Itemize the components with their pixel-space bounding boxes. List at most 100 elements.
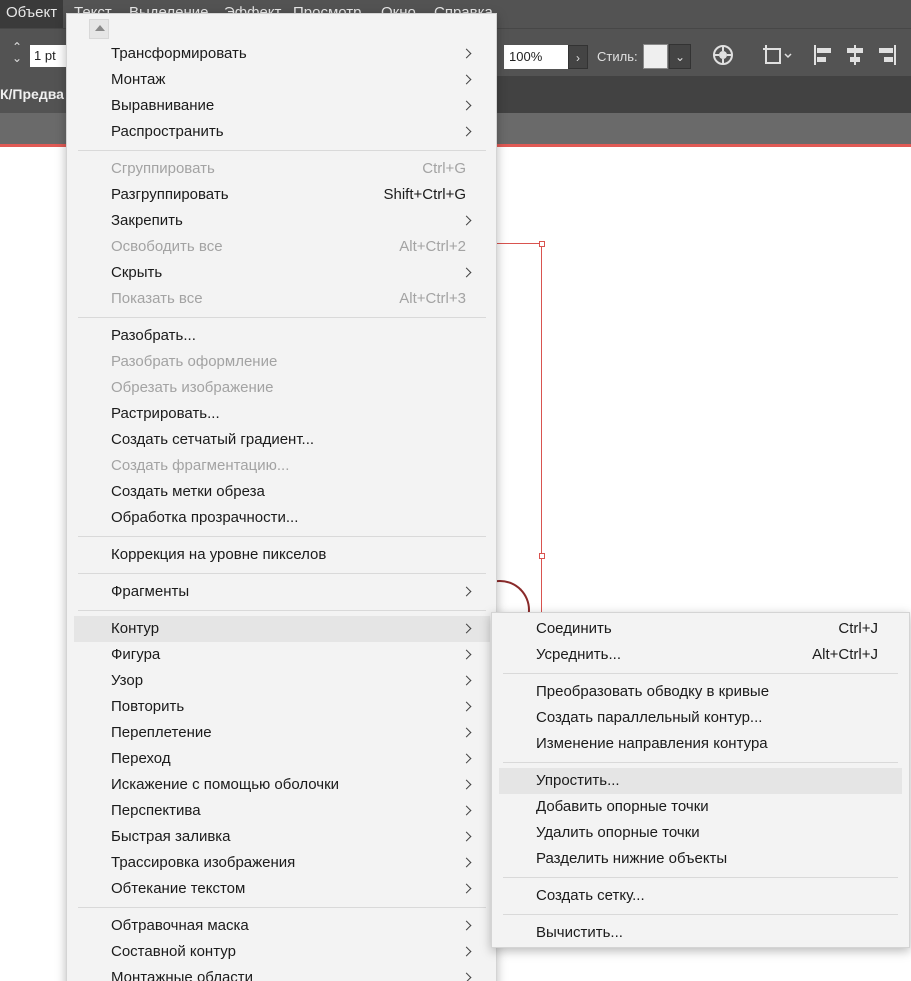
menu-item-sostavnoy-kontur[interactable]: Составной контур (74, 939, 490, 965)
menu-item-vychistit[interactable]: Вычистить... (499, 920, 902, 946)
menu-item-montazhnye-oblasti[interactable]: Монтажные области (74, 965, 490, 981)
menu-item-label: Разделить нижние объекты (536, 850, 728, 867)
menubar-object[interactable]: Объект (0, 0, 64, 28)
menu-item-label: Создать сетчатый градиент... (111, 431, 315, 448)
menu-item-shortcut: Alt+Ctrl+J (812, 646, 878, 663)
document-tab[interactable]: К/Предва (0, 76, 70, 113)
style-swatch[interactable] (643, 44, 668, 69)
menu-item-obtravochnaya-maska[interactable]: Обтравочная маска (74, 913, 490, 939)
menu-item-label: Изменение направления контура (536, 735, 768, 752)
menu-item-figura[interactable]: Фигура (74, 642, 490, 668)
recolor-icon[interactable] (710, 43, 736, 69)
menu-item-label: Создать сетку... (536, 887, 645, 904)
align-center-icon[interactable] (842, 43, 868, 69)
menu-item-povtorit[interactable]: Повторить (74, 694, 490, 720)
menu-item-bystraya-zalivka[interactable]: Быстрая заливка (74, 824, 490, 850)
menu-item-uzor[interactable]: Узор (74, 668, 490, 694)
chevron-right-icon (463, 772, 473, 798)
chevron-right-icon (463, 93, 473, 119)
style-dropdown-icon[interactable]: ⌄ (669, 44, 691, 69)
menu-item-zakrepit[interactable]: Закрепить (74, 208, 490, 234)
align-left-icon[interactable] (810, 43, 836, 69)
stroke-spinner-icon[interactable]: ⌃ ⌄ (6, 41, 28, 66)
menu-item-label: Усреднить... (536, 646, 621, 663)
menu-item-razdelit-nizhnie-obekty[interactable]: Разделить нижние объекты (499, 846, 902, 872)
opacity-dropdown-icon[interactable]: › (568, 45, 588, 69)
stroke-weight-field[interactable]: 1 pt (30, 45, 66, 67)
menu-item-fragmenty[interactable]: Фрагменты (74, 579, 490, 605)
menu-item-perepletenie[interactable]: Переплетение (74, 720, 490, 746)
object-menu: Трансформировать Монтаж Выравнивание Распро… (66, 13, 497, 981)
menu-separator (503, 877, 898, 878)
menu-item-sozdat-setchatyy-gradient[interactable]: Создать сетчатый градиент... (74, 427, 490, 453)
menu-item-razobrat-oformlenie: Разобрать оформление (74, 349, 490, 375)
menu-item-label: Распространить (111, 123, 224, 140)
menu-item-label: Соединить (536, 620, 612, 637)
chevron-right-icon (463, 668, 473, 694)
chevron-right-icon (463, 67, 473, 93)
menu-item-uprostit[interactable]: Упростить... (499, 768, 902, 794)
menu-item-label: Трансформировать (111, 45, 247, 62)
menu-item-obrabotka-prozrachnosti[interactable]: Обработка прозрачности... (74, 505, 490, 531)
menu-item-obtekanie-tekstom[interactable]: Обтекание текстом (74, 876, 490, 902)
selection-handle[interactable] (539, 553, 545, 559)
menu-item-soedinit[interactable]: Соединить Ctrl+J (499, 616, 902, 642)
menu-item-montazh[interactable]: Монтаж (74, 67, 490, 93)
menu-item-transformirovat[interactable]: Трансформировать (74, 41, 490, 67)
menu-separator (78, 907, 486, 908)
menu-separator (503, 762, 898, 763)
selection-bounding-box-top (490, 243, 542, 244)
menu-item-razgruppirovat[interactable]: Разгруппировать Shift+Ctrl+G (74, 182, 490, 208)
menu-item-label: Обтекание текстом (111, 880, 246, 897)
artboard-align-icon[interactable] (760, 43, 794, 69)
menu-item-label: Трассировка изображения (111, 854, 296, 871)
menu-item-vyravnivanie[interactable]: Выравнивание (74, 93, 490, 119)
menu-item-label: Составной контур (111, 943, 236, 960)
menu-item-sozdat-parallelnyy-kontur[interactable]: Создать параллельный контур... (499, 705, 902, 731)
menu-item-udalit-opornye-tochki[interactable]: Удалить опорные точки (499, 820, 902, 846)
menu-item-label: Сгруппировать (111, 160, 215, 177)
menu-item-rasprostranit[interactable]: Распространить (74, 119, 490, 145)
menu-item-rastrirovat[interactable]: Растрировать... (74, 401, 490, 427)
menu-item-label: Переход (111, 750, 171, 767)
menu-item-shortcut: Ctrl+G (422, 160, 466, 177)
menu-item-iskazhenie-s-pomoschyu-obolochki[interactable]: Искажение с помощью оболочки (74, 772, 490, 798)
menu-item-perehod[interactable]: Переход (74, 746, 490, 772)
menu-item-shortcut: Alt+Ctrl+2 (399, 238, 466, 255)
chevron-right-icon (463, 850, 473, 876)
menu-item-label: Фрагменты (111, 583, 190, 600)
menu-scroll-up-icon[interactable] (89, 19, 109, 39)
menu-item-trassirovka-izobrazheniya[interactable]: Трассировка изображения (74, 850, 490, 876)
menu-item-label: Удалить опорные точки (536, 824, 700, 841)
menu-item-label: Растрировать... (111, 405, 220, 422)
menu-item-label: Искажение с помощью оболочки (111, 776, 340, 793)
menu-item-razobrat[interactable]: Разобрать... (74, 323, 490, 349)
chevron-right-icon (463, 965, 473, 981)
menu-separator (78, 610, 486, 611)
selection-handle[interactable] (539, 241, 545, 247)
menu-separator (503, 673, 898, 674)
menu-item-label: Показать все (111, 290, 203, 307)
chevron-right-icon (463, 260, 473, 286)
menu-item-label: Добавить опорные точки (536, 798, 709, 815)
menu-item-label: Быстрая заливка (111, 828, 231, 845)
menu-separator (78, 317, 486, 318)
menu-item-skryt[interactable]: Скрыть (74, 260, 490, 286)
menu-item-label: Преобразовать обводку в кривые (536, 683, 770, 700)
menu-item-izmenenie-napravleniya-kontura[interactable]: Изменение направления контура (499, 731, 902, 757)
menu-item-sozdat-setku[interactable]: Создать сетку... (499, 883, 902, 909)
align-right-icon[interactable] (874, 43, 900, 69)
opacity-field[interactable]: 100% (504, 45, 568, 69)
chevron-right-icon (463, 746, 473, 772)
menu-item-dobavit-opornye-tochki[interactable]: Добавить опорные точки (499, 794, 902, 820)
style-label: Стиль: (597, 49, 638, 64)
chevron-right-icon (463, 694, 473, 720)
menu-item-preobrazovat-obvodku-v-krivye[interactable]: Преобразовать обводку в кривые (499, 679, 902, 705)
menu-item-kontur[interactable]: Контур (74, 616, 490, 642)
menu-separator (78, 573, 486, 574)
menu-item-sozdat-metki-obreza[interactable]: Создать метки обреза (74, 479, 490, 505)
menu-item-korrekciya-na-urovne-pikselov[interactable]: Коррекция на уровне пикселов (74, 542, 490, 568)
menu-item-usrednit[interactable]: Усреднить... Alt+Ctrl+J (499, 642, 902, 668)
menu-item-perspektiva[interactable]: Перспектива (74, 798, 490, 824)
menu-item-label: Перспектива (111, 802, 201, 819)
